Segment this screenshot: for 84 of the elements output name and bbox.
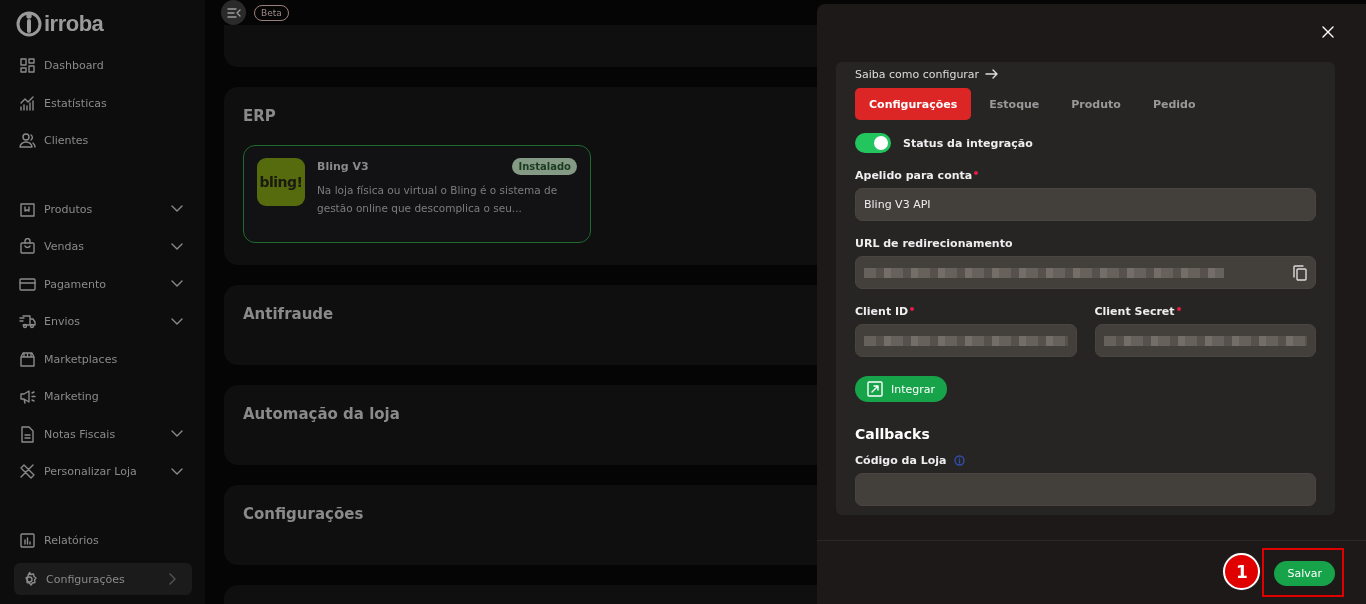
close-button[interactable] (1320, 24, 1336, 40)
field-label: Client Secret (1094, 305, 1181, 318)
app-logo: bling! (257, 158, 305, 206)
chevron-down-icon (171, 205, 183, 214)
tab[interactable]: Pedido (1138, 88, 1210, 120)
input-field[interactable] (855, 324, 1077, 357)
chevron-down-icon (171, 317, 183, 326)
sidebar-item[interactable]: Clientes (14, 122, 192, 160)
nav-label: Vendas (44, 240, 85, 254)
field-label: Apelido para conta (855, 169, 979, 182)
input-field[interactable] (855, 256, 1316, 289)
app-description: Na loja física ou virtual o Bling é o sistema de gestão online que descomplica o seu... (317, 183, 559, 216)
sidebar-item[interactable]: Marketing (14, 378, 192, 416)
field-label: Código da Loja (855, 454, 947, 467)
help-link[interactable]: Saiba como configurar (855, 62, 1316, 82)
truck-icon (19, 313, 36, 331)
sidebar-item[interactable]: Estatísticas (14, 84, 192, 122)
nav-label: Estatísticas (44, 96, 108, 110)
nav-label: Personalizar Loja (44, 465, 138, 479)
users-icon (19, 132, 36, 150)
report-icon (19, 531, 36, 549)
input-field[interactable]: Bling V3 API (855, 188, 1316, 221)
chevron-down-icon (171, 242, 183, 251)
section-title: Configurações (243, 505, 364, 523)
status-badge: Instalado (512, 158, 577, 175)
sidebar-item[interactable]: Marketplaces (14, 340, 192, 378)
toggle-switch[interactable] (855, 133, 891, 153)
input-field[interactable] (855, 473, 1316, 506)
logo-icon (16, 10, 42, 38)
tab[interactable]: Configurações (855, 88, 972, 120)
tab[interactable]: Produto (1057, 88, 1135, 120)
nav-label: Notas Fiscais (44, 427, 117, 441)
annotation-marker: 1 (1223, 553, 1261, 590)
toggle-label: Status da integração (903, 136, 1033, 150)
sidebar-item[interactable]: Dashboard (14, 47, 192, 85)
sidebar-item[interactable]: Vendas (14, 228, 192, 266)
section-title: Callbacks (855, 426, 931, 442)
sidebar-item[interactable]: Relatórios (14, 521, 192, 559)
menu-collapse-icon (226, 6, 241, 19)
integrate-button[interactable]: Integrar (855, 376, 948, 402)
megaphone-icon (19, 388, 36, 406)
sidebar-item[interactable]: Produtos (14, 190, 192, 228)
arrow-right-icon (985, 69, 999, 79)
nav-label: Configurações (46, 572, 126, 586)
chevron-down-icon (171, 467, 183, 476)
copy-icon (1293, 264, 1307, 281)
sidebar-item[interactable]: Notas Fiscais (14, 415, 192, 453)
save-button[interactable]: Salvar (1274, 561, 1335, 586)
section-title: Antifraude (243, 305, 334, 323)
chevron-down-icon (171, 280, 183, 289)
integration-card[interactable]: bling! Bling V3 Instalado Na loja física ou virtual o Bling é o sistema de gestão online que descomplica o seu... (243, 145, 591, 243)
section-title: ERP (243, 107, 276, 125)
input-field[interactable] (1094, 324, 1316, 357)
field-label: URL de redirecionamento (855, 237, 1013, 250)
nav-label: Marketing (44, 390, 100, 404)
document-icon (19, 425, 36, 443)
nav-label: Produtos (44, 202, 94, 216)
logo-text: irroba (44, 11, 104, 37)
sidebar-item[interactable]: Pagamento (14, 265, 192, 303)
nav-label: Pagamento (44, 277, 108, 291)
app-name: Bling V3 (317, 160, 369, 173)
sidebar-item[interactable]: Configurações (14, 563, 192, 595)
nav-label: Clientes (44, 134, 90, 148)
close-icon (1322, 26, 1334, 38)
field-label: Client ID (855, 305, 915, 318)
nav-label: Relatórios (44, 533, 100, 547)
grid-icon (19, 57, 36, 75)
collapse-menu-button[interactable] (221, 0, 246, 25)
chart-icon (19, 94, 36, 112)
nav-label: Envios (44, 315, 81, 329)
sidebar-item[interactable]: Personalizar Loja (14, 453, 192, 491)
tab[interactable]: Estoque (975, 88, 1054, 120)
nav-label: Dashboard (44, 59, 105, 73)
box-icon (19, 200, 36, 218)
storefront-icon (19, 350, 36, 368)
card-icon (19, 275, 36, 293)
sidebar-item[interactable]: Envios (14, 303, 192, 341)
chevron-right-icon (169, 573, 177, 585)
nav-label: Marketplaces (44, 352, 119, 366)
bag-icon (19, 238, 36, 256)
chevron-down-icon (171, 430, 183, 439)
section-title: Automação da loja (243, 405, 400, 423)
external-link-icon (867, 381, 883, 397)
info-icon (954, 455, 966, 466)
